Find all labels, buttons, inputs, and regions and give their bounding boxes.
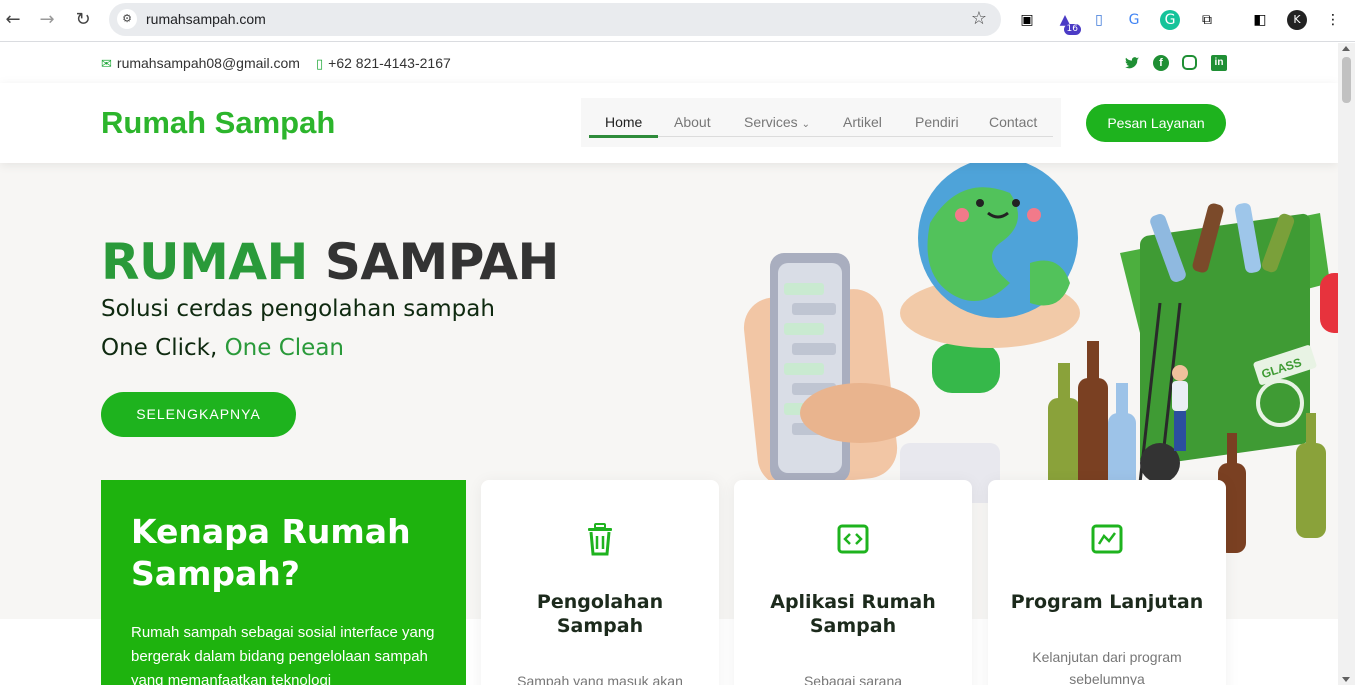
envelope-icon: ✉ [101, 57, 112, 72]
active-nav-indicator [589, 135, 658, 138]
chevron-down-icon: ⌄ [801, 119, 810, 130]
service-card-pengolahan[interactable]: Pengolahan Sampah Sampah yang masuk akan [481, 480, 719, 685]
profile-avatar-icon[interactable]: K [1287, 10, 1307, 30]
trash-icon [588, 523, 612, 556]
hero-subtitle: Solusi cerdas pengolahan sampah [101, 296, 495, 322]
worker-illustration [1172, 365, 1188, 451]
contact-topbar: ✉ rumahsampah08@gmail.com ▯ +62 821-4143-2… [0, 43, 1338, 83]
more-menu-icon[interactable]: ⋮ [1323, 10, 1343, 30]
service-title: Program Lanjutan [1010, 591, 1204, 613]
main-nav: Home About Services ⌄ Artikel Pendiri Co… [581, 98, 1061, 147]
extension-badge: 16 [1063, 24, 1081, 35]
email-text: rumahsampah08@gmail.com [116, 55, 300, 71]
tagline-part-a: One Click, [101, 335, 218, 361]
nav-services-label: Services [744, 114, 798, 130]
nav-contact[interactable]: Contact [989, 114, 1037, 130]
picture-in-picture-icon[interactable]: ▣ [1017, 10, 1037, 30]
site-logo[interactable]: Rumah Sampah [101, 105, 335, 141]
phone-link[interactable]: ▯ +62 821-4143-2167 [316, 55, 451, 72]
service-text: Sampah yang masuk akan [517, 673, 683, 685]
service-text: Sebagai sarana [803, 673, 903, 685]
service-card-program[interactable]: Program Lanjutan Kelanjutan dari program… [988, 480, 1226, 685]
nav-artikel[interactable]: Artikel [843, 114, 882, 130]
site-settings-icon[interactable]: ⚙ [117, 9, 137, 29]
url-text[interactable]: rumahsampah.com [146, 11, 266, 27]
tagline-part-b: One Clean [224, 335, 344, 361]
code-icon [837, 524, 869, 554]
why-card: Kenapa Rumah Sampah? Rumah sampah sebaga… [101, 480, 466, 685]
address-bar[interactable]: ⚙ rumahsampah.com ☆ [109, 3, 1001, 36]
service-card-aplikasi[interactable]: Aplikasi Rumah Sampah Sebagai sarana [734, 480, 972, 685]
hero-title-rest: SAMPAH [324, 233, 560, 291]
reload-icon[interactable]: ↻ [72, 9, 94, 31]
chart-icon [1091, 524, 1123, 554]
globe-illustration [900, 163, 1080, 393]
linkedin-icon[interactable]: in [1211, 55, 1227, 71]
translate-icon[interactable]: G [1124, 10, 1144, 30]
scroll-up-arrow-icon[interactable] [1342, 46, 1350, 51]
read-more-button[interactable]: SELENGKAPNYA [101, 392, 296, 437]
scroll-thumb[interactable] [1342, 57, 1351, 103]
service-title: Aplikasi Rumah Sampah [770, 591, 936, 637]
side-panel-icon[interactable]: ◧ [1250, 10, 1270, 30]
hero-title: RUMAH SAMPAH [101, 233, 559, 291]
twitter-icon[interactable] [1124, 55, 1140, 71]
forward-arrow-icon[interactable]: → [36, 9, 58, 31]
phone-icon: ▯ [316, 57, 324, 72]
back-arrow-icon[interactable]: ← [2, 9, 24, 31]
scroll-down-arrow-icon[interactable] [1342, 677, 1350, 682]
hero-title-accent: RUMAH [101, 233, 308, 291]
service-title: Pengolahan Sampah [536, 591, 664, 637]
glass-bin-illustration: GLASS [1120, 203, 1330, 484]
page-scrollbar[interactable] [1338, 43, 1355, 685]
why-title: Kenapa Rumah Sampah? [131, 512, 411, 593]
facebook-icon[interactable]: f [1153, 55, 1169, 71]
grammarly-icon[interactable]: G [1160, 10, 1180, 30]
site-header: Rumah Sampah Home About Services ⌄ Artik… [0, 83, 1338, 163]
email-link[interactable]: ✉ rumahsampah08@gmail.com [101, 55, 300, 72]
extensions-puzzle-icon[interactable]: ⧉ [1197, 10, 1217, 30]
extension-graduation-icon[interactable]: ▲ 16 [1055, 10, 1081, 35]
phone-text: +62 821-4143-2167 [328, 55, 451, 71]
why-text: Rumah sampah sebagai sosial interface ya… [131, 624, 435, 685]
nav-about[interactable]: About [674, 114, 711, 130]
bookmark-star-icon[interactable]: ☆ [971, 8, 987, 29]
nav-divider [658, 136, 1053, 137]
extension-doc-icon[interactable]: ▯ [1089, 10, 1109, 30]
web-page: ✉ rumahsampah08@gmail.com ▯ +62 821-4143-2… [0, 43, 1338, 685]
nav-services[interactable]: Services ⌄ [744, 114, 810, 130]
service-text: Kelanjutan dari program sebelumnya [1032, 649, 1182, 685]
hero-tagline: One Click, One Clean [101, 335, 344, 361]
instagram-icon[interactable] [1182, 55, 1197, 70]
nav-home[interactable]: Home [605, 114, 642, 130]
nav-pendiri[interactable]: Pendiri [915, 114, 959, 130]
order-service-button[interactable]: Pesan Layanan [1086, 104, 1226, 142]
browser-toolbar: ← → ↻ ⚙ rumahsampah.com ☆ ▣ ▲ 16 ▯ G G ⧉ … [0, 0, 1355, 42]
red-bin-illustration [1320, 273, 1338, 333]
